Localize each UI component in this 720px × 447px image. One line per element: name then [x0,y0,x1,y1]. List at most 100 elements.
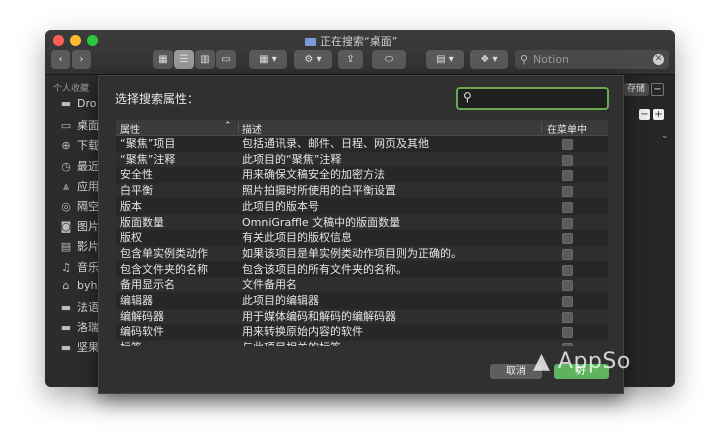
dropbox-icon: ❖ ▾ [480,54,498,65]
attribute-description: 用来确保文稿安全的加密方法 [242,168,385,182]
sidebar-item[interactable]: ⩓ 应用 [59,178,99,194]
home-icon: ⌂ [62,278,70,292]
in-menu-checkbox[interactable] [562,264,573,276]
attribute-description: 用于媒体编码和解码的编解码器 [242,309,396,323]
column-header-description[interactable]: 描述 [242,121,262,136]
in-menu-checkbox[interactable] [562,170,573,182]
attribute-name: 备用显示名 [120,278,175,292]
cancel-label: 取消 [506,366,526,377]
in-menu-checkbox[interactable] [562,154,573,166]
list-icon: ☰ [179,54,189,65]
attributes-table: 属性 ⌃ 描述 在菜单中 “聚焦”项目 包括通讯录、邮件、日程、网页及其他 “聚焦”… [116,120,608,346]
table-row[interactable]: 编码软件 用来转换原始内容的软件 [116,324,608,339]
in-menu-checkbox[interactable] [562,343,573,346]
sidebar-item-label: 应用 [77,179,99,193]
table-row[interactable]: “聚焦”项目 包括通讯录、邮件、日程、网页及其他 [116,136,608,151]
sidebar-item[interactable]: ▬ 法语 [59,299,99,315]
icon-view-button[interactable]: ▦ [153,50,173,69]
table-row[interactable]: 包含单实例类动作 如果该项目是单实例类动作项目则为正确的。 [116,245,608,261]
sidebar-item[interactable]: ⊕ 下载 [59,137,99,153]
in-menu-checkbox[interactable] [562,186,573,198]
sidebar-item[interactable]: ◷ 最近 [59,158,99,174]
remove-criteria-button[interactable]: − [651,83,664,96]
sidebar-item[interactable]: ▬ Dro [59,97,99,113]
attribute-description: 此项目的“聚焦”注释 [242,152,342,166]
zoom-window-button[interactable] [87,35,98,46]
table-row[interactable]: 备用显示名 文件备用名 [116,277,608,293]
save-search-button[interactable]: 存储 [623,83,649,96]
in-menu-checkbox[interactable] [562,280,573,292]
print-button[interactable]: ▤ ▾ [426,50,464,69]
in-menu-checkbox[interactable] [562,217,573,229]
forward-button[interactable]: › [72,50,91,69]
sort-ascending-icon: ⌃ [224,121,232,131]
clear-search-icon[interactable]: ✕ [653,54,664,65]
in-menu-checkbox[interactable] [562,311,573,323]
sidebar-item[interactable]: ▭ 桌面 [59,117,99,133]
table-row[interactable]: 版权 有关此项目的版权信息 [116,230,608,245]
column-view-button[interactable]: ▥ [195,50,215,69]
attribute-name: “聚焦”注释 [120,152,176,166]
table-row[interactable]: “聚焦”注释 此项目的“聚焦”注释 [116,151,608,167]
appso-watermark: ▲ AppSo [533,349,631,374]
action-button[interactable]: ⚙ ▾ [294,50,332,69]
back-button[interactable]: ‹ [51,50,70,69]
tag-button[interactable]: ⬭ [372,50,406,69]
search-field-text: Notion [533,53,570,66]
sidebar-item[interactable]: ▬ 洛瑞 [59,319,99,335]
attribute-description: 如果该项目是单实例类动作项目则为正确的。 [242,246,462,260]
sidebar-item-label: byh [77,278,98,292]
table-row[interactable]: 版本 此项目的版本号 [116,199,608,214]
sheet-label: 选择搜索属性： [115,92,200,106]
search-icon: ⚲ [520,53,529,66]
in-menu-checkbox[interactable] [562,201,573,213]
share-button[interactable]: ⇪ [338,50,363,69]
table-row[interactable]: 编解码器 用于媒体编码和解码的编解码器 [116,308,608,324]
close-window-button[interactable] [53,35,64,46]
minimize-window-button[interactable] [70,35,81,46]
chevron-left-icon: ‹ [58,54,63,65]
sidebar-item[interactable]: ⌂ byh [59,279,99,295]
remove-rule-button[interactable]: − [639,109,650,120]
list-view-button[interactable]: ☰ [174,50,194,69]
save-search-label: 存储 [626,84,645,94]
attribute-description: OmniGraffle 文稿中的版面数量 [242,215,401,229]
table-row[interactable]: 编辑器 此项目的编辑器 [116,293,608,308]
column-divider [541,122,542,133]
chevron-down-icon[interactable]: ⌄ [661,131,669,141]
desktop-icon: ▭ [60,119,72,133]
sidebar-item-label: 影片 [77,240,99,254]
sidebar-item[interactable]: ◙ 图片 [59,218,99,234]
sidebar-heading: 个人收藏 [53,84,90,94]
table-row[interactable]: 标签 与此项目相关的标签 [116,340,608,346]
in-menu-checkbox[interactable] [562,233,573,245]
dropbox-button[interactable]: ❖ ▾ [470,50,508,69]
table-row[interactable]: 白平衡 照片拍摄时所使用的白平衡设置 [116,183,608,199]
in-menu-checkbox[interactable] [562,139,573,150]
sidebar-item-label: 图片 [77,220,99,234]
sidebar-item[interactable]: ▬ 坚果 [59,339,99,355]
group-icon: ▦ ▾ [259,54,277,65]
clock-icon: ◷ [61,159,71,173]
toolbar-search-field[interactable]: ⚲ Notion ✕ [515,50,669,69]
table-row[interactable]: 包含文件夹的名称 包含该项目的所有文件夹的名称。 [116,262,608,277]
add-rule-button[interactable]: + [653,109,664,120]
sidebar-item[interactable]: ▤ 影片 [59,238,99,254]
gallery-view-button[interactable]: ▭ [216,50,236,69]
in-menu-checkbox[interactable] [562,296,573,307]
sidebar-item[interactable]: ♫ 音乐 [59,259,99,275]
table-row[interactable]: 安全性 用来确保文稿安全的加密方法 [116,167,608,182]
in-menu-checkbox[interactable] [562,327,573,339]
attribute-description: 文件备用名 [242,278,297,292]
group-button[interactable]: ▦ ▾ [249,50,287,69]
table-header: 属性 ⌃ 描述 在菜单中 [116,120,608,136]
folder-icon [305,38,316,46]
column-header-in-menu[interactable]: 在菜单中 [547,121,587,136]
column-header-attribute[interactable]: 属性 [120,121,140,136]
table-row[interactable]: 版面数量 OmniGraffle 文稿中的版面数量 [116,214,608,230]
sidebar-item[interactable]: ◎ 隔空 [59,198,99,214]
sidebar-item-label: 隔空 [77,200,99,213]
in-menu-checkbox[interactable] [562,248,573,260]
sidebar-item-label: 桌面 [77,119,99,133]
attribute-search-input[interactable]: ⚲ [456,87,609,110]
